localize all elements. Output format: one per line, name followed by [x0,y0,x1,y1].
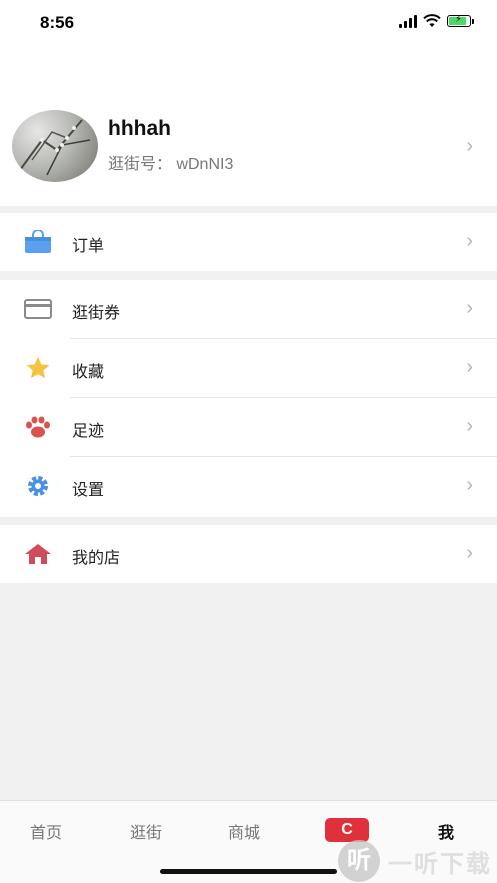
wifi-icon [423,14,441,27]
shopping-bag-icon [25,230,51,253]
menu-item-settings-label: 设置 [72,482,105,499]
home-indicator [160,869,337,874]
menu-item-coupons-label: 逛街券 [72,305,121,322]
profile-name: hhhah [108,117,171,140]
main-menu-section: 逛街券 › 收藏 › 足迹 › 设置 › [0,280,497,517]
menu-item-my-store[interactable]: 我的店 › [0,525,497,583]
menu-item-favorites[interactable]: 收藏 › [0,339,497,397]
watermark-logo: 听 [338,840,380,882]
menu-item-favorites-label: 收藏 [72,364,105,381]
star-icon [26,357,50,379]
tab-stroll[interactable]: 逛街 [130,819,162,843]
chevron-right-icon: › [466,542,473,564]
watermark: 听 一听下载 [338,840,492,882]
gear-icon [28,476,48,496]
profile-id: 逛街号： wDnNI3 [108,156,234,173]
tab-home[interactable]: 首页 [30,819,62,843]
tab-mall[interactable]: 商城 [228,819,260,843]
chevron-right-icon: › [466,356,473,378]
status-bar: 8:56 ⚡ [0,0,497,48]
chevron-right-icon: › [466,230,473,252]
menu-item-my-store-label: 我的店 [72,550,121,567]
chevron-right-icon: › [466,297,473,319]
menu-item-settings[interactable]: 设置 › [0,457,497,515]
chevron-right-icon: › [466,474,473,496]
orders-section: 订单 › [0,213,497,271]
menu-item-orders-label: 订单 [72,238,105,255]
battery-icon: ⚡ [447,14,474,27]
avatar[interactable] [12,110,98,182]
menu-item-coupons[interactable]: 逛街券 › [0,280,497,338]
tab-c[interactable]: C [325,818,369,842]
menu-item-footprints[interactable]: 足迹 › [0,398,497,456]
menu-item-orders[interactable]: 订单 › [0,213,497,271]
profile-header[interactable]: hhhah 逛街号： wDnNI3 › [0,48,497,206]
watermark-text: 一听下载 [388,850,492,878]
store-section: 我的店 › [0,525,497,583]
house-icon [25,544,51,564]
chevron-right-icon: › [466,135,473,157]
menu-item-footprints-label: 足迹 [72,423,105,440]
chevron-right-icon: › [466,415,473,437]
card-icon [24,299,52,319]
signal-icon [399,14,417,28]
status-icons: ⚡ [399,14,474,28]
status-time: 8:56 [40,13,75,32]
paw-icon [26,416,50,438]
